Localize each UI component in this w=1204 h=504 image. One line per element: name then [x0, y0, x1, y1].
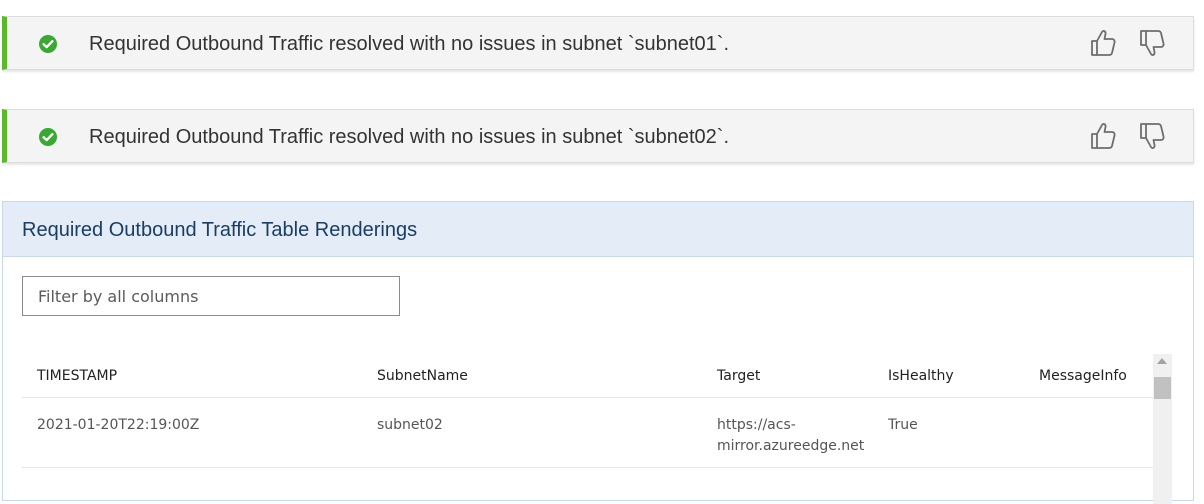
panel-title: Required Outbound Traffic Table Renderin… [22, 219, 418, 241]
header-divider [22, 397, 1153, 398]
cell-ishealthy: True [888, 417, 918, 433]
cell-subnetname: subnet02 [377, 417, 443, 433]
success-check-icon [39, 35, 57, 53]
insight-card-subnet02: Required Outbound Traffic resolved with … [2, 109, 1194, 163]
table-scrollbar[interactable] [1153, 354, 1172, 504]
success-check-icon [39, 128, 57, 146]
insight-message: Required Outbound Traffic resolved with … [89, 33, 729, 55]
scroll-up-arrow-icon[interactable] [1157, 358, 1167, 364]
thumbs-up-icon[interactable] [1089, 28, 1117, 58]
thumbs-down-icon[interactable] [1138, 28, 1166, 58]
panel-header: Required Outbound Traffic Table Renderin… [3, 202, 1193, 257]
table-rendering-panel: Required Outbound Traffic Table Renderin… [2, 201, 1194, 504]
column-header-target[interactable]: Target [717, 368, 760, 384]
cell-timestamp: 2021-01-20T22:19:00Z [37, 417, 200, 433]
cell-target: https://acs-mirror.azureedge.net [717, 417, 865, 454]
insight-card-subnet01: Required Outbound Traffic resolved with … [2, 16, 1194, 70]
thumbs-down-icon[interactable] [1138, 121, 1166, 151]
insight-message: Required Outbound Traffic resolved with … [89, 126, 729, 148]
column-header-timestamp[interactable]: TIMESTAMP [37, 368, 117, 384]
thumbs-up-icon[interactable] [1089, 121, 1117, 151]
column-header-subnetname[interactable]: SubnetName [377, 368, 468, 384]
scrollbar-thumb[interactable] [1154, 377, 1171, 399]
row-divider [22, 467, 1153, 468]
column-header-messageinfo[interactable]: MessageInfo [1039, 368, 1127, 384]
filter-input[interactable] [22, 276, 400, 316]
column-header-ishealthy[interactable]: IsHealthy [888, 368, 954, 384]
